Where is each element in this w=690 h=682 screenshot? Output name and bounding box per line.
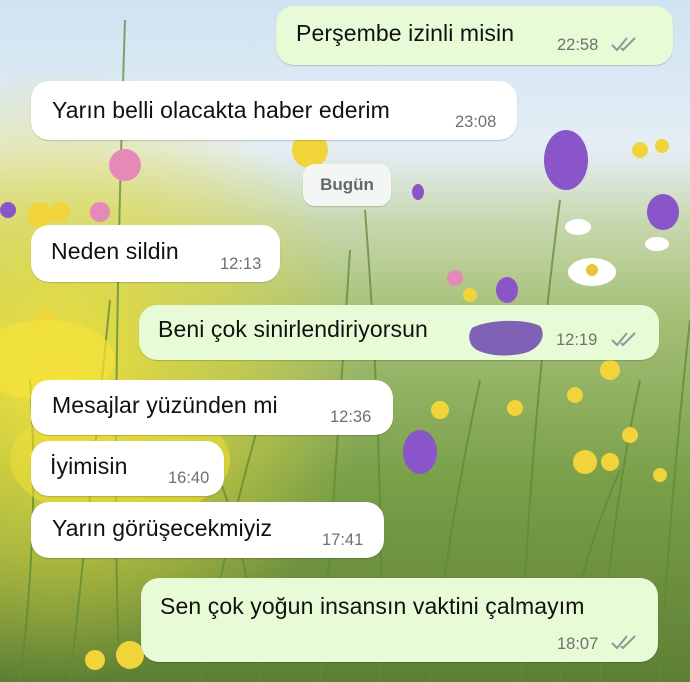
message-text: Sen çok yoğun insansın vaktini çalmayım xyxy=(160,593,585,619)
double-check-icon xyxy=(611,332,636,347)
date-separator: Bugün xyxy=(303,164,391,206)
message-bubble-outgoing[interactable]: Perşembe izinli misin 22:58 xyxy=(276,6,673,65)
message-text: Yarın görüşecekmiyiz xyxy=(52,515,273,541)
message-bubble-incoming[interactable]: Yarın görüşecekmiyiz 17:41 xyxy=(31,502,384,558)
message-bubble-outgoing[interactable]: Sen çok yoğun insansın vaktini çalmayım … xyxy=(141,578,658,662)
message-time: 12:19 xyxy=(556,331,598,349)
double-check-icon xyxy=(611,635,636,650)
message-time: 18:07 xyxy=(557,635,599,653)
message-text: Perşembe izinli misin xyxy=(296,20,515,46)
message-time: 16:40 xyxy=(168,469,210,487)
message-text: Yarın belli olacakta haber ederim xyxy=(52,97,390,123)
redaction-scribble xyxy=(469,320,543,356)
message-text: İyimisin xyxy=(50,453,128,479)
double-check-icon xyxy=(611,37,636,52)
message-time: 23:08 xyxy=(455,113,497,131)
message-text: Mesajlar yüzünden mi xyxy=(52,392,278,418)
message-bubble-outgoing[interactable]: Beni çok sinirlendiriyorsun 12:19 xyxy=(139,305,659,360)
message-time: 17:41 xyxy=(322,531,364,549)
message-time: 12:36 xyxy=(330,408,372,426)
message-text: Neden sildin xyxy=(51,238,179,264)
message-time: 12:13 xyxy=(220,255,262,273)
message-time: 22:58 xyxy=(557,36,599,54)
message-text: Beni çok sinirlendiriyorsun xyxy=(158,316,428,342)
message-bubble-incoming[interactable]: Mesajlar yüzünden mi 12:36 xyxy=(31,380,393,435)
message-bubble-incoming[interactable]: Neden sildin 12:13 xyxy=(31,225,280,282)
message-bubble-incoming[interactable]: İyimisin 16:40 xyxy=(31,441,224,496)
message-bubble-incoming[interactable]: Yarın belli olacakta haber ederim 23:08 xyxy=(31,81,517,140)
